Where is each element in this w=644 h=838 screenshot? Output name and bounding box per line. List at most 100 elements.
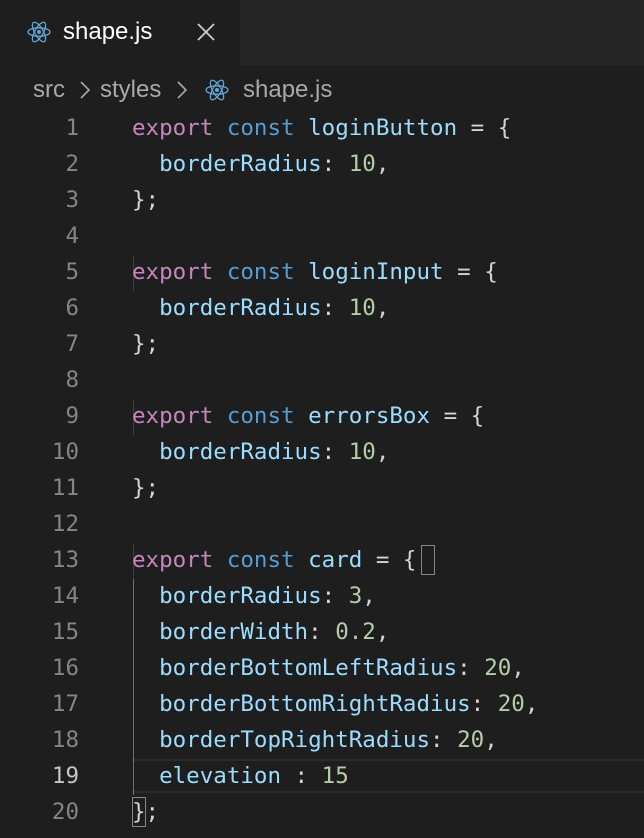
line-text: borderBottomRightRadius: 20,: [132, 686, 538, 722]
code-token: :: [430, 727, 458, 753]
code-line[interactable]: 16 borderBottomLeftRadius: 20,: [0, 650, 644, 686]
tab-bar: shape.js: [0, 0, 644, 65]
line-number: 3: [65, 187, 79, 213]
code-token: loginInput: [308, 259, 444, 285]
line-number: 12: [51, 511, 79, 537]
code-editor: shape.js src styles shape.js 1 export co…: [0, 0, 644, 838]
chevron-right-icon: [177, 81, 188, 99]
code-line[interactable]: 8: [0, 362, 644, 398]
code-token: = {: [457, 115, 512, 141]
code-token: export: [132, 403, 214, 429]
line-number: 15: [51, 619, 79, 645]
code-token: };: [132, 475, 160, 501]
line-text: };: [132, 470, 159, 506]
code-token: export: [132, 115, 214, 141]
chevron-right-icon: [80, 81, 91, 99]
code-line[interactable]: 17 borderBottomRightRadius: 20,: [0, 686, 644, 722]
breadcrumb: src styles shape.js: [0, 65, 644, 112]
code-line[interactable]: 14 borderRadius: 3,: [0, 578, 644, 614]
code-token: export: [132, 259, 214, 285]
breadcrumb-item-styles[interactable]: styles: [100, 74, 161, 106]
tab-title: shape.js: [63, 18, 153, 45]
code-token: card: [308, 547, 363, 573]
code-line[interactable]: 19 elevation : 15: [0, 758, 644, 794]
code-line[interactable]: 12: [0, 506, 644, 542]
code-token: };: [132, 187, 160, 213]
line-text: elevation : 15: [132, 758, 349, 794]
code-token: ,: [375, 295, 390, 321]
code-token: 10: [348, 151, 376, 177]
code-token: :: [470, 691, 498, 717]
line-number: 16: [51, 655, 79, 681]
line-number: 9: [65, 403, 79, 429]
code-line[interactable]: 15 borderWidth: 0.2,: [0, 614, 644, 650]
line-text: borderRadius: 10,: [132, 434, 389, 470]
code-line[interactable]: 1 export const loginButton = {: [0, 110, 644, 146]
line-number: 14: [51, 583, 79, 609]
line-text: };: [132, 794, 159, 830]
code-token: 3: [348, 583, 363, 609]
code-token: const: [226, 403, 295, 429]
code-token: = {: [362, 547, 417, 573]
line-number: 4: [65, 223, 79, 249]
react-icon: [205, 79, 229, 101]
line-number: 2: [65, 151, 79, 177]
code-line[interactable]: 7};: [0, 326, 644, 362]
code-token: = {: [443, 259, 498, 285]
line-text: export const errorsBox = {: [132, 398, 484, 434]
code-line[interactable]: 18 borderTopRightRadius: 20,: [0, 722, 644, 758]
line-number: 7: [65, 331, 79, 357]
code-line[interactable]: 20};: [0, 794, 644, 830]
code-token: 15: [321, 763, 349, 789]
code-line[interactable]: 13 export const card = {: [0, 542, 644, 578]
code-token: :: [457, 655, 485, 681]
line-text: export const card = {: [132, 542, 416, 578]
code-line[interactable]: 6 borderRadius: 10,: [0, 290, 644, 326]
code-token: borderRadius: [159, 151, 322, 177]
breadcrumb-item-file[interactable]: shape.js: [243, 74, 332, 106]
code-token: borderBottomLeftRadius: [159, 655, 458, 681]
code-token: };: [132, 799, 160, 825]
code-line[interactable]: 4: [0, 218, 644, 254]
code-token: borderRadius: [159, 439, 322, 465]
close-icon[interactable]: [195, 21, 217, 43]
code-token: :: [308, 619, 336, 645]
code-line[interactable]: 10 borderRadius: 10,: [0, 434, 644, 470]
line-text: borderWidth: 0.2,: [132, 614, 389, 650]
line-number: 19: [51, 763, 79, 789]
code-token: :: [321, 295, 349, 321]
code-token: borderTopRightRadius: [159, 727, 431, 753]
line-number: 1: [65, 115, 79, 141]
line-number: 18: [51, 727, 79, 753]
code-token: ,: [524, 691, 539, 717]
code-token: borderRadius: [159, 583, 322, 609]
code-line[interactable]: 9 export const errorsBox = {: [0, 398, 644, 434]
line-text: export const loginButton = {: [132, 110, 511, 146]
code-token: :: [321, 151, 349, 177]
code-line[interactable]: 3};: [0, 182, 644, 218]
line-text: export const loginInput = {: [132, 254, 498, 290]
code-line[interactable]: 2 borderRadius: 10,: [0, 146, 644, 182]
breadcrumb-item-src[interactable]: src: [33, 74, 65, 106]
code-token: 20: [484, 655, 512, 681]
line-text: borderRadius: 10,: [132, 290, 389, 326]
code-area[interactable]: 1 export const loginButton = {2 borderRad…: [0, 110, 644, 838]
line-number: 6: [65, 295, 79, 321]
code-token: elevation: [159, 763, 282, 789]
tab-shape-js[interactable]: shape.js: [0, 0, 240, 65]
line-number: 20: [51, 799, 79, 825]
code-line[interactable]: 11};: [0, 470, 644, 506]
code-line[interactable]: 5 export const loginInput = {: [0, 254, 644, 290]
code-token: 10: [348, 295, 376, 321]
